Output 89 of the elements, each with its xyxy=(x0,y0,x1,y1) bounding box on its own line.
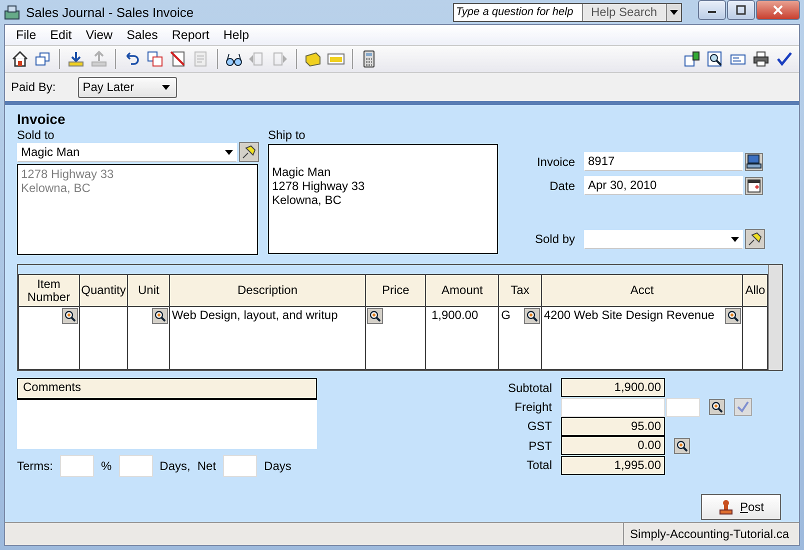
comments-field[interactable] xyxy=(17,400,317,449)
amount-field: 95.00 xyxy=(561,416,665,436)
home-icon[interactable] xyxy=(11,50,29,68)
terms-label: % xyxy=(101,459,112,473)
search-icon[interactable] xyxy=(709,399,725,416)
amount-field: 1,900.00 xyxy=(561,378,665,398)
search-icon[interactable] xyxy=(62,308,78,324)
column-header: Quantity xyxy=(81,283,126,297)
maximize-icon xyxy=(736,5,746,15)
table-cell: 4200 Web Site Design Revenue xyxy=(544,308,714,322)
total-label: GST xyxy=(526,419,552,434)
terms-label: Days, xyxy=(160,459,190,473)
terms-label: Terms: xyxy=(17,459,53,473)
comments-header: Comments xyxy=(17,378,317,400)
printer-icon[interactable] xyxy=(752,50,770,68)
total-label: PST xyxy=(528,438,552,453)
maximize-button[interactable] xyxy=(727,0,755,20)
status-text: Simply-Accounting-Tutorial.ca xyxy=(623,523,799,545)
field-label: Ship to xyxy=(268,128,306,142)
menu-item[interactable]: View xyxy=(78,28,120,42)
close-button[interactable] xyxy=(756,0,800,20)
download-icon[interactable] xyxy=(67,50,85,68)
column-header: Amount xyxy=(442,283,483,297)
menu-item[interactable]: File xyxy=(9,28,44,42)
address-box[interactable]: 1278 Highway 33 Kelowna, BC xyxy=(17,164,258,255)
field-label: Date xyxy=(548,178,575,192)
column-header: Item Number xyxy=(27,276,70,304)
section-heading: Invoice xyxy=(17,111,66,127)
field-label: Sold by xyxy=(534,232,575,246)
checkmark-icon[interactable] xyxy=(775,50,793,68)
column-header: Acct xyxy=(630,283,654,297)
dropdown-arrow-icon[interactable] xyxy=(225,150,233,154)
total-label: Subtotal xyxy=(506,380,552,395)
pushpin-icon[interactable] xyxy=(239,142,259,162)
field-label: Sold to xyxy=(17,128,56,142)
menu-item[interactable]: Report xyxy=(164,28,216,42)
boxes-icon[interactable] xyxy=(683,50,701,68)
pushpin-icon[interactable] xyxy=(745,229,765,249)
menu-item[interactable]: Sales xyxy=(120,28,165,42)
total-label: Freight xyxy=(514,400,552,414)
search-icon[interactable] xyxy=(674,438,690,454)
search-icon[interactable] xyxy=(152,308,168,324)
customer-dropdown[interactable]: Magic Man xyxy=(17,142,237,162)
input-field[interactable] xyxy=(666,398,700,417)
date-field[interactable]: Apr 30, 2010 xyxy=(584,176,743,195)
close-icon xyxy=(773,5,783,15)
invoice-number-field[interactable]: 8917 xyxy=(584,152,743,171)
window-title: Sales Journal - Sales Invoice xyxy=(26,4,194,20)
table-cell: Web Design, layout, and writup xyxy=(172,308,338,322)
menu-item[interactable]: Edit xyxy=(43,28,79,42)
search-icon[interactable] xyxy=(367,308,384,324)
terms-label: Net xyxy=(197,459,216,473)
table-cell: G xyxy=(501,308,510,322)
input-field[interactable] xyxy=(118,455,153,477)
total-label: Total xyxy=(526,458,552,472)
address-box[interactable]: Magic Man 1278 Highway 33 Kelowna, BC xyxy=(268,144,498,254)
column-header: Description xyxy=(238,283,298,297)
dropdown-arrow-icon[interactable] xyxy=(731,236,739,242)
calendar-icon[interactable] xyxy=(745,176,763,194)
input-field[interactable] xyxy=(60,455,94,477)
search-icon[interactable] xyxy=(524,308,540,324)
menu-item[interactable]: Help xyxy=(216,28,256,42)
windows-icon[interactable] xyxy=(34,50,52,68)
input-field[interactable] xyxy=(561,398,665,417)
cancel-icon[interactable] xyxy=(169,50,187,68)
paid-by-dropdown[interactable]: Pay Later xyxy=(78,76,177,98)
checkmark-icon[interactable] xyxy=(734,398,752,416)
preview-icon[interactable] xyxy=(706,50,724,68)
amount-field: 0.00 xyxy=(561,436,665,456)
scrollbar[interactable] xyxy=(768,265,782,370)
column-header: Allo xyxy=(745,283,766,297)
field-label: Invoice xyxy=(536,154,575,168)
dropdown-arrow-icon[interactable] xyxy=(162,84,170,90)
amount-field: 1,995.00 xyxy=(561,456,665,475)
computer-icon[interactable] xyxy=(745,152,763,170)
column-header: Tax xyxy=(510,283,530,297)
stamp-icon xyxy=(718,499,734,515)
minimize-button[interactable] xyxy=(698,0,726,20)
input-field[interactable] xyxy=(223,455,258,477)
field-label: Paid By: xyxy=(11,80,56,94)
copy-icon[interactable] xyxy=(146,50,164,68)
note-icon[interactable] xyxy=(304,50,322,68)
table-cell: 1,900.00 xyxy=(431,308,478,322)
register-icon xyxy=(4,4,20,20)
column-header: Unit xyxy=(138,283,160,297)
terms-label: Days xyxy=(264,459,292,473)
search-icon[interactable] xyxy=(725,308,742,324)
post-button[interactable]: Post xyxy=(701,494,781,520)
column-header: Price xyxy=(382,283,410,297)
